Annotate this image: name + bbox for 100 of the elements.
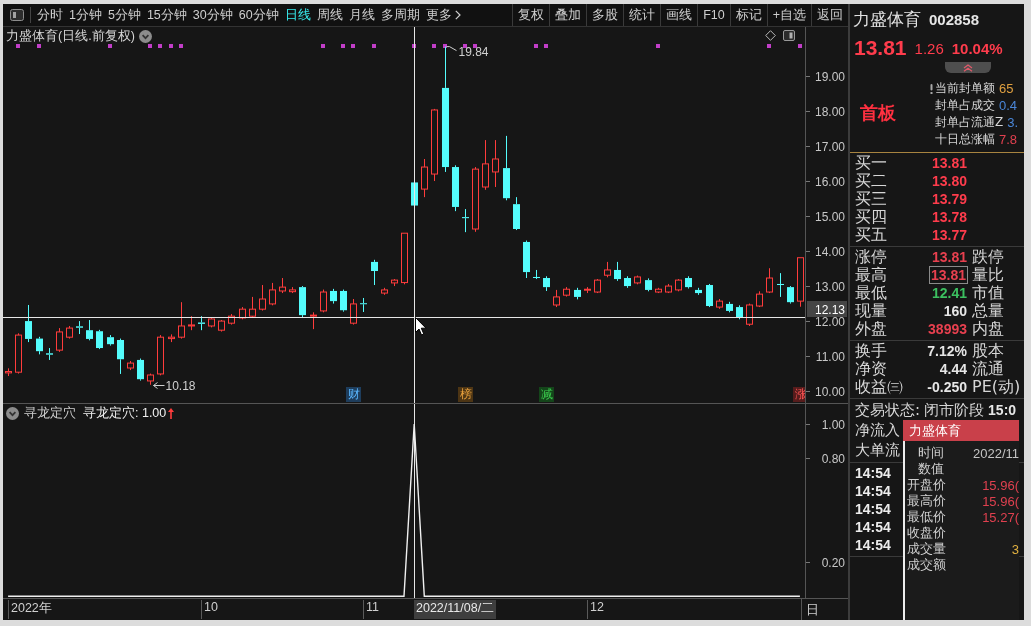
candle: [107, 334, 114, 347]
candle: [574, 287, 581, 300]
bid-price: 13.80: [931, 173, 967, 189]
date-label: 11: [363, 600, 379, 619]
toolbar-button[interactable]: 统计: [623, 4, 661, 26]
trade-time: 14:54: [855, 483, 891, 499]
stat-label: 收益㈢: [855, 378, 901, 396]
toolbar-button[interactable]: +自选: [766, 4, 811, 26]
toolbar-button[interactable]: 叠加: [549, 4, 587, 26]
candle: [553, 289, 560, 308]
axis-label: 19.00: [814, 70, 845, 84]
candle: [25, 304, 32, 343]
period-tab[interactable]: 60分钟: [238, 5, 279, 25]
stat-label: 净资: [855, 360, 888, 378]
period-tab[interactable]: 多周期: [380, 5, 420, 25]
collapse-button[interactable]: [945, 62, 991, 73]
toolbar-button[interactable]: F10: [697, 4, 730, 26]
cursor-date-label: 2022/11/08/二: [414, 600, 497, 619]
seal-value: 0.4: [999, 98, 1018, 113]
axis-label: 0.20: [821, 556, 845, 570]
axis-label: 12.00: [814, 315, 845, 329]
board-label: 首板: [859, 101, 897, 125]
toolbar-button[interactable]: 画线: [660, 4, 698, 26]
price-annotation: 19.84: [446, 45, 489, 60]
price-change: 1.26: [914, 39, 944, 57]
status-time: 15:0: [988, 402, 1017, 418]
stat-label: 换手: [855, 342, 888, 360]
more-button[interactable]: 更多: [425, 5, 461, 25]
stat-label: 最低: [855, 284, 888, 302]
candle: [766, 267, 773, 294]
candle: [614, 261, 621, 282]
candle: [716, 298, 723, 310]
annotation: 10.18: [165, 379, 196, 393]
axis-label: 14.00: [814, 245, 845, 259]
bid-price: 13.77: [931, 227, 967, 243]
panel-icon[interactable]: [10, 9, 24, 21]
bid-label: 买五: [855, 226, 888, 244]
toolbar-button[interactable]: 复权: [512, 4, 550, 26]
date-label: 12: [587, 600, 604, 619]
candle: [228, 313, 235, 326]
chevron-down-icon[interactable]: [138, 29, 152, 43]
candle: [127, 360, 134, 371]
stat-value: 38993: [928, 321, 967, 337]
trade-time: 14:54: [855, 519, 891, 535]
period-tab[interactable]: 分时: [37, 5, 63, 25]
candle: [279, 277, 286, 294]
candle: [137, 358, 144, 382]
stat-label: 跌停: [971, 248, 1005, 266]
chevron-down-icon[interactable]: [6, 406, 19, 420]
tooltip-label: 时间: [918, 444, 944, 462]
candle: [543, 275, 550, 292]
annotation: 19.84: [458, 45, 489, 60]
panel-icon[interactable]: [783, 30, 795, 41]
seal-label: 封单占流通Z: [935, 114, 1004, 131]
candle: [756, 290, 763, 308]
axis-label: 15.00: [814, 210, 845, 224]
period-label: 日: [806, 600, 819, 619]
axis-label: 0.80: [821, 452, 845, 466]
diamond-icon[interactable]: [765, 30, 776, 41]
candle: [675, 278, 682, 292]
period-tab[interactable]: 周线: [316, 5, 343, 25]
candle: [462, 208, 469, 233]
stock-name: 力盛体育: [853, 7, 921, 31]
candle: [452, 164, 459, 212]
candle: [645, 277, 652, 292]
tooltip-value: 15.96(: [982, 493, 1019, 509]
stat-value: 4.44: [939, 361, 967, 377]
stat-value: 13.81: [929, 267, 967, 283]
candle: [208, 317, 215, 328]
tooltip-value: 3: [1011, 541, 1019, 557]
toolbar-button[interactable]: 返回: [811, 4, 848, 26]
candle: [563, 286, 570, 298]
axis-label: 1.00: [821, 418, 845, 432]
stat-value: 12.41: [931, 285, 967, 301]
candle: [634, 275, 641, 285]
period-tab[interactable]: 1分钟: [69, 5, 102, 25]
candle: [665, 283, 672, 294]
period-tab[interactable]: 5分钟: [107, 5, 141, 25]
period-tab[interactable]: 30分钟: [192, 5, 233, 25]
toolbar-button[interactable]: 标记: [729, 4, 767, 26]
candle: [706, 283, 713, 308]
candle: [269, 282, 276, 306]
candle: [503, 135, 510, 201]
candle: [584, 286, 591, 294]
period-tab[interactable]: 15分钟: [146, 5, 187, 25]
candle: [218, 319, 225, 333]
tooltip-label: 成交量: [907, 540, 946, 558]
candle: [15, 332, 22, 375]
candle: [96, 329, 103, 350]
candle: [259, 284, 266, 312]
candle: [746, 303, 753, 327]
period-tab[interactable]: 月线: [348, 5, 375, 25]
candle: [188, 315, 195, 331]
trade-time: 14:54: [855, 537, 891, 553]
axis-label: 13.00: [814, 280, 845, 294]
candle: [350, 298, 357, 326]
candle: [533, 269, 540, 280]
chart-title: 力盛体育(日线.前复权): [6, 28, 135, 44]
period-tab[interactable]: 日线: [284, 5, 311, 25]
toolbar-button[interactable]: 多股: [586, 4, 624, 26]
